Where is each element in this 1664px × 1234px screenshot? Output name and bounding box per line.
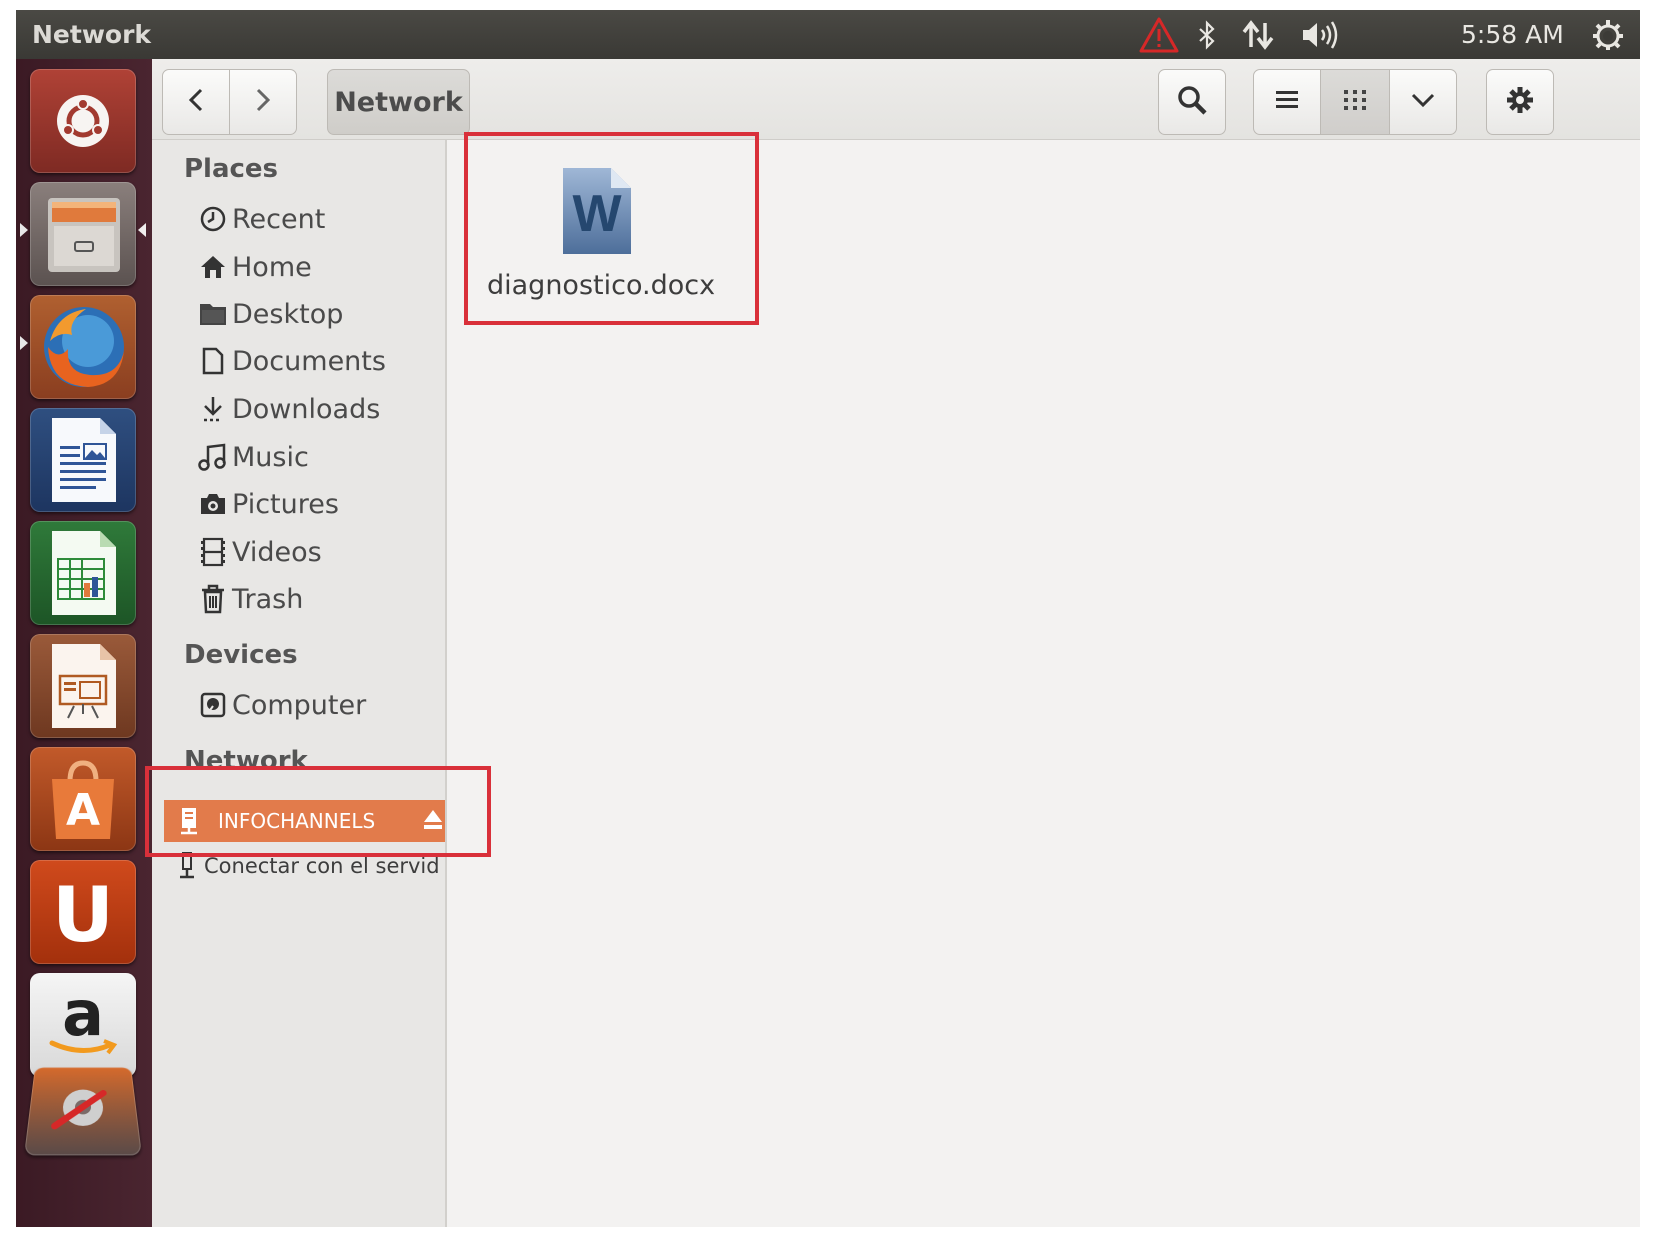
sidebar-item-label: Home: [232, 251, 312, 283]
warning-icon[interactable]: [1136, 10, 1182, 59]
download-icon: [196, 395, 230, 423]
sidebar-item-label: Desktop: [232, 298, 344, 330]
trash-icon: [196, 584, 230, 614]
volume-icon[interactable]: [1298, 10, 1344, 59]
sidebar-item-label: Music: [232, 441, 309, 473]
sidebar-item-music[interactable]: Music: [196, 434, 309, 480]
path-bar-network-button[interactable]: Network: [327, 69, 470, 135]
sidebar: Places Recent Home Desktop Documents Dow…: [152, 140, 447, 1227]
firefox-icon: [38, 301, 130, 397]
running-indicator: [20, 336, 28, 350]
running-indicator: [20, 223, 28, 237]
folder-icon: [196, 301, 230, 327]
computer-icon: [196, 691, 230, 719]
search-button[interactable]: [1158, 69, 1226, 135]
writer-document-icon: [48, 416, 118, 508]
home-icon: [196, 254, 230, 280]
sidebar-item-label: Documents: [232, 345, 386, 377]
launcher-software-center-button[interactable]: A: [30, 747, 136, 851]
sidebar-item-pictures[interactable]: Pictures: [196, 481, 339, 527]
chevron-down-icon: [1410, 91, 1436, 113]
power-icon[interactable]: [1588, 10, 1628, 59]
film-icon: [196, 537, 230, 567]
sidebar-header-devices: Devices: [184, 640, 298, 670]
grid-view-icon: [1342, 88, 1368, 116]
list-view-icon: [1274, 89, 1300, 115]
grid-view-button[interactable]: [1320, 69, 1390, 135]
list-view-button[interactable]: [1253, 69, 1321, 135]
highlight-box-infochannels: [145, 766, 491, 857]
clock-icon: [196, 205, 230, 233]
file-cabinet-icon: [44, 192, 124, 280]
sidebar-item-recent[interactable]: Recent: [196, 196, 325, 242]
launcher-impress-button[interactable]: [30, 634, 136, 738]
active-window-indicator: [138, 223, 146, 237]
sidebar-item-label: Conectar con el servidor: [204, 854, 438, 878]
search-icon: [1177, 85, 1207, 119]
music-icon: [196, 443, 230, 471]
back-button[interactable]: [162, 69, 230, 135]
sidebar-item-videos[interactable]: Videos: [196, 529, 322, 575]
launcher-firefox-button[interactable]: [30, 295, 136, 399]
launcher-amazon-button[interactable]: a: [30, 973, 136, 1077]
sidebar-item-home[interactable]: Home: [196, 244, 312, 290]
sidebar-header-places: Places: [184, 154, 279, 184]
ubuntu-one-icon: U: [52, 870, 114, 959]
sidebar-item-label: Trash: [232, 583, 304, 615]
launcher-system-settings-button[interactable]: [24, 1067, 142, 1156]
launcher-dash-button[interactable]: [30, 69, 136, 173]
sidebar-item-trash[interactable]: Trash: [196, 576, 303, 622]
sidebar-item-desktop[interactable]: Desktop: [196, 291, 343, 337]
top-panel: Network 5:58 AM: [16, 10, 1640, 59]
gear-icon: [1505, 85, 1535, 119]
clock[interactable]: 5:58 AM: [1461, 20, 1564, 49]
window-title: Network: [32, 20, 152, 49]
sidebar-item-label: Computer: [232, 689, 367, 721]
sidebar-item-label: Pictures: [232, 488, 339, 520]
calc-spreadsheet-icon: [48, 529, 118, 621]
wrench-gear-icon: [45, 1081, 120, 1140]
document-icon: [196, 347, 230, 375]
sidebar-item-label: Downloads: [232, 393, 381, 425]
software-center-glyph: A: [65, 785, 101, 836]
desktop-screen: Network 5:58 AM A U a Network Places Rec…: [16, 10, 1640, 1227]
sidebar-item-documents[interactable]: Documents: [196, 338, 386, 384]
sidebar-item-downloads[interactable]: Downloads: [196, 386, 380, 432]
launcher-ubuntu-one-button[interactable]: U: [30, 860, 136, 964]
sidebar-item-label: Recent: [232, 203, 326, 235]
launcher: A U a: [16, 59, 152, 1227]
bluetooth-icon[interactable]: [1192, 10, 1222, 59]
settings-menu-button[interactable]: [1486, 69, 1554, 135]
network-arrows-icon[interactable]: [1238, 10, 1278, 59]
toolbar: Network: [152, 59, 1640, 140]
shopping-bag-icon: A: [46, 755, 120, 843]
sidebar-item-label: Videos: [232, 536, 322, 568]
launcher-files-button[interactable]: [30, 182, 136, 286]
amazon-smile-icon: [49, 1039, 118, 1055]
view-options-button[interactable]: [1389, 69, 1457, 135]
camera-icon: [196, 492, 230, 516]
highlight-box-file: [464, 132, 759, 325]
launcher-writer-button[interactable]: [30, 408, 136, 512]
forward-button[interactable]: [229, 69, 297, 135]
impress-presentation-icon: [48, 642, 118, 734]
back-icon: [186, 87, 206, 117]
ubuntu-logo-icon: [53, 91, 113, 155]
forward-icon: [253, 87, 273, 117]
sidebar-item-computer[interactable]: Computer: [196, 682, 366, 728]
launcher-calc-button[interactable]: [30, 521, 136, 625]
